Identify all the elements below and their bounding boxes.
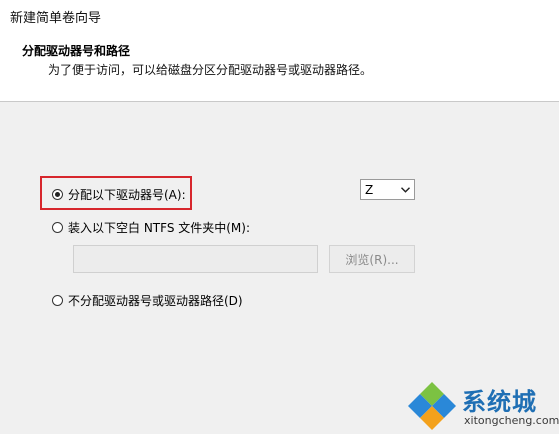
folder-path-input[interactable] [73, 245, 318, 273]
option-no-assign-label: 不分配驱动器号或驱动器路径(D) [68, 294, 243, 308]
chevron-down-icon [401, 186, 410, 193]
radio-no-assign[interactable] [52, 295, 63, 306]
brand-logo-icon [408, 382, 456, 430]
browse-button[interactable]: 浏览(R)... [329, 245, 415, 273]
option-no-assign[interactable]: 不分配驱动器号或驱动器路径(D) [52, 292, 243, 309]
drive-letter-value: Z [365, 182, 374, 197]
option-assign-letter[interactable]: 分配以下驱动器号(A): [52, 186, 186, 203]
window-title: 新建简单卷向导 [10, 11, 102, 26]
option-mount-folder-label: 装入以下空白 NTFS 文件夹中(M): [68, 221, 251, 235]
option-assign-letter-label: 分配以下驱动器号(A): [68, 188, 186, 202]
page-heading: 分配驱动器号和路径 [22, 44, 131, 58]
radio-mount-folder[interactable] [52, 222, 63, 233]
drive-letter-select[interactable]: Z [360, 179, 415, 200]
option-mount-folder[interactable]: 装入以下空白 NTFS 文件夹中(M): [52, 219, 250, 236]
watermark-brand: 系统城 [462, 388, 537, 416]
page-subheading: 为了便于访问，可以给磁盘分区分配驱动器号或驱动器路径。 [48, 63, 373, 77]
watermark-url: xitongcheng.com [464, 414, 559, 427]
radio-assign-letter[interactable] [52, 189, 63, 200]
watermark: 系统城 xitongcheng.com [402, 378, 559, 434]
